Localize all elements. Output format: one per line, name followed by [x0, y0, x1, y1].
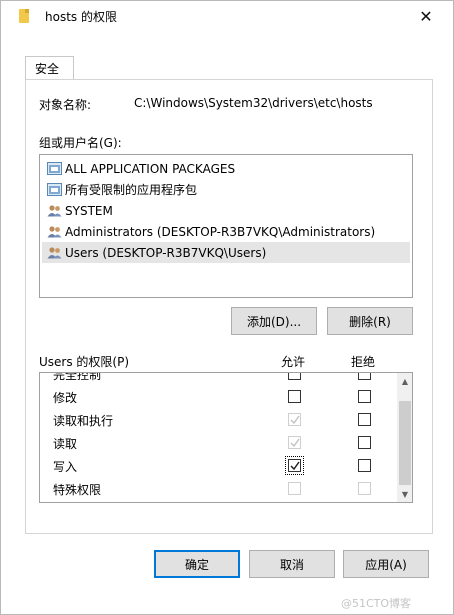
app-package-icon — [47, 183, 62, 196]
app-package-icon — [47, 162, 62, 175]
deny-checkbox[interactable] — [358, 373, 371, 380]
group-item-administrators[interactable]: Administrators (DESKTOP-R3B7VKQ\Administ… — [42, 221, 410, 242]
group-item-label: SYSTEM — [65, 203, 113, 218]
allow-checkbox — [288, 413, 301, 426]
allow-checkbox[interactable] — [288, 390, 301, 403]
ok-button[interactable]: 确定 — [154, 550, 240, 578]
group-item-restricted-app-packages[interactable]: 所有受限制的应用程序包 — [42, 179, 410, 200]
allow-checkbox[interactable] — [288, 373, 301, 380]
users-icon — [47, 247, 62, 259]
tab-security[interactable]: 安全 — [25, 56, 74, 80]
object-name-label: 对象名称: — [39, 98, 92, 112]
cancel-button[interactable]: 取消 — [249, 550, 335, 578]
close-button[interactable]: ✕ — [403, 1, 449, 31]
permissions-dialog: hosts 的权限 ✕ 安全 对象名称: C:\Windows\System32… — [0, 0, 454, 615]
scroll-down-arrow-icon[interactable]: ▼ — [397, 486, 412, 502]
perm-name: 修改 — [53, 391, 78, 405]
group-item-label: Administrators (DESKTOP-R3B7VKQ\Administ… — [65, 224, 376, 239]
deny-column-header: 拒绝 — [351, 355, 376, 369]
group-item-label: ALL APPLICATION PACKAGES — [65, 161, 236, 176]
perm-row-read: 读取 — [40, 431, 396, 454]
group-item-label: Users (DESKTOP-R3B7VKQ\Users) — [65, 245, 267, 260]
object-name-value: C:\Windows\System32\drivers\etc\hosts — [134, 96, 373, 110]
group-item-system[interactable]: SYSTEM — [42, 200, 410, 221]
perm-name: 读取 — [53, 437, 78, 451]
scroll-up-arrow-icon[interactable]: ▲ — [397, 373, 412, 389]
perm-name: 写入 — [53, 460, 78, 474]
allow-column-header: 允许 — [281, 355, 306, 369]
remove-button[interactable]: 删除(R) — [327, 307, 413, 335]
deny-checkbox[interactable] — [358, 436, 371, 449]
allow-checkbox — [288, 436, 301, 449]
groups-listbox[interactable]: ALL APPLICATION PACKAGES 所有受限制的应用程序包 SYS… — [39, 154, 413, 298]
users-icon — [47, 205, 62, 217]
perm-row-full-control: 完全控制 — [40, 372, 396, 385]
perm-name: 完全控制 — [53, 372, 102, 382]
group-item-all-app-packages[interactable]: ALL APPLICATION PACKAGES — [42, 158, 410, 179]
perm-row-read-execute: 读取和执行 — [40, 408, 396, 431]
perm-row-modify: 修改 — [40, 385, 396, 408]
users-icon — [47, 226, 62, 238]
perm-row-special: 特殊权限 — [40, 477, 396, 500]
deny-checkbox[interactable] — [358, 390, 371, 403]
check-icon — [290, 415, 300, 425]
file-icon — [19, 9, 29, 23]
check-icon — [290, 438, 300, 448]
perm-name: 读取和执行 — [53, 414, 114, 428]
add-button[interactable]: 添加(D)... — [231, 307, 317, 335]
deny-checkbox — [358, 482, 371, 495]
group-item-label: 所有受限制的应用程序包 — [65, 183, 198, 197]
allow-checkbox — [288, 482, 301, 495]
permissions-scrollbar[interactable]: ▲ ▼ — [397, 373, 412, 502]
perm-row-write: 写入 — [40, 454, 396, 477]
scroll-thumb[interactable] — [399, 401, 411, 485]
permissions-list[interactable]: 完全控制 修改 读取和执行 读取 写入 特殊权限 ▲ ▼ — [39, 372, 413, 503]
tab-security-label: 安全 — [35, 62, 60, 76]
permissions-title: Users 的权限(P) — [39, 355, 130, 369]
watermark: @51CTO博客 — [341, 597, 412, 610]
apply-button[interactable]: 应用(A) — [343, 550, 429, 578]
title-bar: hosts 的权限 ✕ — [1, 1, 453, 31]
groups-label: 组或用户名(G): — [39, 136, 122, 150]
perm-name: 特殊权限 — [53, 483, 102, 497]
window-title: hosts 的权限 — [45, 10, 117, 24]
check-icon — [290, 461, 300, 471]
deny-checkbox[interactable] — [358, 459, 371, 472]
allow-checkbox[interactable] — [285, 456, 304, 475]
deny-checkbox[interactable] — [358, 413, 371, 426]
group-item-users[interactable]: Users (DESKTOP-R3B7VKQ\Users) — [42, 242, 410, 263]
